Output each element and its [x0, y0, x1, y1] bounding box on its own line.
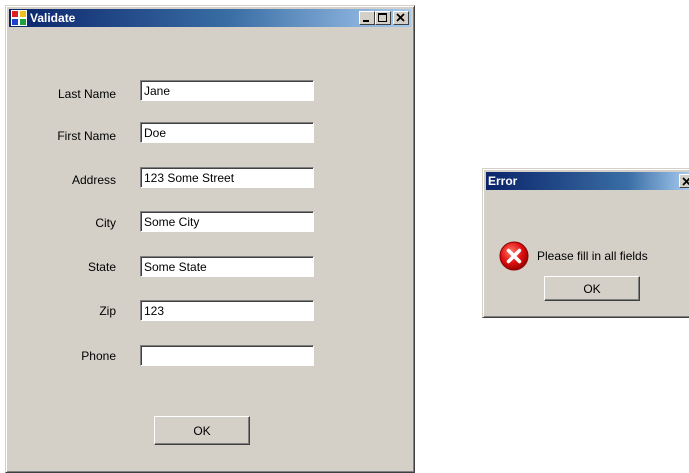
label-city: City [95, 216, 116, 230]
minimize-button[interactable] [359, 11, 375, 25]
maximize-button[interactable] [375, 11, 391, 25]
phone-input[interactable] [140, 345, 314, 366]
first-name-input[interactable] [140, 122, 314, 143]
label-last-name: Last Name [57, 87, 116, 101]
close-icon [682, 177, 689, 186]
zip-input[interactable] [140, 300, 314, 321]
label-address: Address [71, 173, 116, 187]
label-first-name: First Name [57, 129, 116, 143]
close-icon [396, 13, 405, 22]
error-dialog-title: Error [488, 174, 518, 188]
maximize-icon [378, 13, 387, 22]
close-button[interactable] [393, 11, 409, 25]
app-icon [11, 10, 27, 26]
error-dialog: Error Please fill in all fields OK [482, 168, 689, 318]
error-ok-button[interactable]: OK [544, 276, 640, 301]
error-icon [499, 241, 529, 271]
validate-window: Validate Last Name First Name Address Ci… [5, 5, 415, 473]
validate-titlebar[interactable]: Validate [9, 9, 411, 27]
label-zip: Zip [99, 304, 116, 318]
window-title: Validate [30, 11, 76, 25]
error-close-button[interactable] [679, 174, 689, 188]
label-state: State [87, 260, 116, 274]
ok-button[interactable]: OK [154, 416, 250, 445]
error-dialog-titlebar[interactable]: Error [486, 172, 689, 190]
last-name-input[interactable] [140, 80, 314, 101]
minimize-icon [363, 20, 369, 22]
state-input[interactable] [140, 256, 314, 277]
error-message: Please fill in all fields [537, 249, 648, 263]
label-phone: Phone [81, 349, 116, 363]
address-input[interactable] [140, 167, 314, 188]
city-input[interactable] [140, 211, 314, 232]
